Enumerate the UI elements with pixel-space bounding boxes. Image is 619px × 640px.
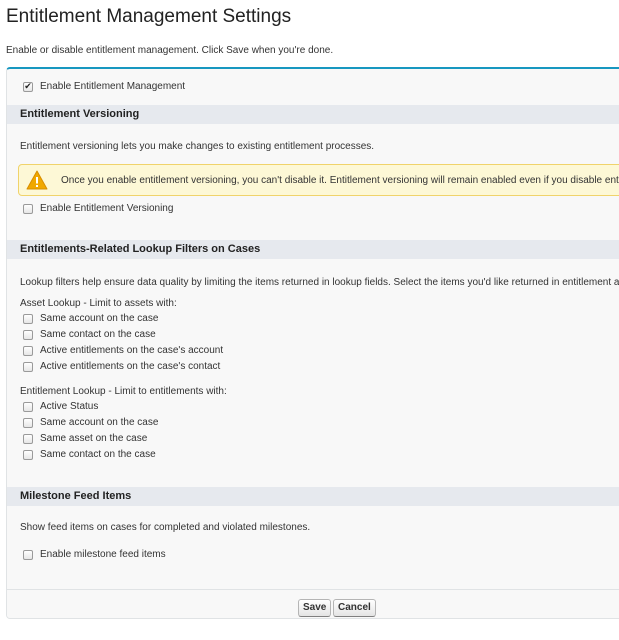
enable-milestone-feed-checkbox[interactable]	[23, 549, 33, 560]
asset-filter-row[interactable]: Same account on the case	[23, 313, 158, 324]
entitlement-filter-row[interactable]: Same contact on the case	[23, 449, 156, 460]
entitlement-filter-checkbox[interactable]	[23, 433, 33, 444]
enable-versioning-row[interactable]: Enable Entitlement Versioning	[23, 203, 173, 214]
checkmark-icon: ✔	[24, 81, 32, 91]
versioning-description: Entitlement versioning lets you make cha…	[20, 141, 375, 152]
enable-versioning-checkbox[interactable]	[23, 203, 33, 214]
entitlement-filter-label: Same account on the case	[40, 417, 159, 428]
entitlement-filter-checkbox[interactable]	[23, 401, 33, 412]
entitlement-filter-row[interactable]: Same asset on the case	[23, 433, 147, 444]
warning-icon	[26, 170, 48, 190]
entitlement-lookup-title: Entitlement Lookup - Limit to entitlemen…	[20, 386, 227, 397]
asset-filter-label: Same contact on the case	[40, 329, 156, 340]
versioning-warning-text: Once you enable entitlement versioning, …	[61, 174, 619, 186]
versioning-section-header: Entitlement Versioning	[7, 105, 619, 124]
save-button[interactable]: Save	[298, 599, 332, 617]
entitlement-filter-label: Active Status	[40, 401, 99, 412]
enable-entitlement-management-label: Enable Entitlement Management	[40, 81, 186, 92]
button-bar: Save Cancel	[7, 589, 619, 618]
enable-entitlement-management-checkbox[interactable]: ✔	[23, 81, 33, 92]
asset-filter-label: Active entitlements on the case's accoun…	[40, 345, 224, 356]
asset-filter-checkbox[interactable]	[23, 361, 33, 372]
asset-filter-label: Active entitlements on the case's contac…	[40, 361, 221, 372]
asset-lookup-title: Asset Lookup - Limit to assets with:	[20, 298, 177, 309]
entitlement-filter-checkbox[interactable]	[23, 417, 33, 428]
asset-filter-checkbox[interactable]	[23, 345, 33, 356]
enable-milestone-feed-label: Enable milestone feed items	[40, 549, 166, 560]
enable-milestone-feed-row[interactable]: Enable milestone feed items	[23, 549, 166, 560]
entitlement-filter-label: Same contact on the case	[40, 449, 156, 460]
settings-panel: ✔ Enable Entitlement Management Entitlem…	[6, 67, 619, 619]
entitlement-filter-row[interactable]: Same account on the case	[23, 417, 158, 428]
versioning-warning-box: Once you enable entitlement versioning, …	[18, 164, 619, 196]
lookup-filters-description: Lookup filters help ensure data quality …	[20, 277, 619, 288]
cancel-button[interactable]: Cancel	[333, 599, 376, 617]
lookup-filters-section-header: Entitlements-Related Lookup Filters on C…	[7, 240, 619, 259]
entitlement-filter-row[interactable]: Active Status	[23, 401, 98, 412]
enable-entitlement-management-row[interactable]: ✔ Enable Entitlement Management	[23, 81, 185, 92]
page-title: Entitlement Management Settings	[6, 6, 292, 27]
milestone-description: Show feed items on cases for completed a…	[20, 522, 311, 533]
asset-filter-checkbox[interactable]	[23, 329, 33, 340]
entitlement-filter-label: Same asset on the case	[40, 433, 148, 444]
milestone-section-header: Milestone Feed Items	[7, 487, 619, 506]
asset-filter-row[interactable]: Active entitlements on the case's contac…	[23, 361, 220, 372]
asset-filter-row[interactable]: Active entitlements on the case's accoun…	[23, 345, 223, 356]
asset-filter-label: Same account on the case	[40, 313, 159, 324]
asset-filter-row[interactable]: Same contact on the case	[23, 329, 156, 340]
enable-versioning-label: Enable Entitlement Versioning	[40, 203, 174, 214]
asset-filter-checkbox[interactable]	[23, 313, 33, 324]
page-description: Enable or disable entitlement management…	[6, 45, 334, 56]
entitlement-filter-checkbox[interactable]	[23, 449, 33, 460]
